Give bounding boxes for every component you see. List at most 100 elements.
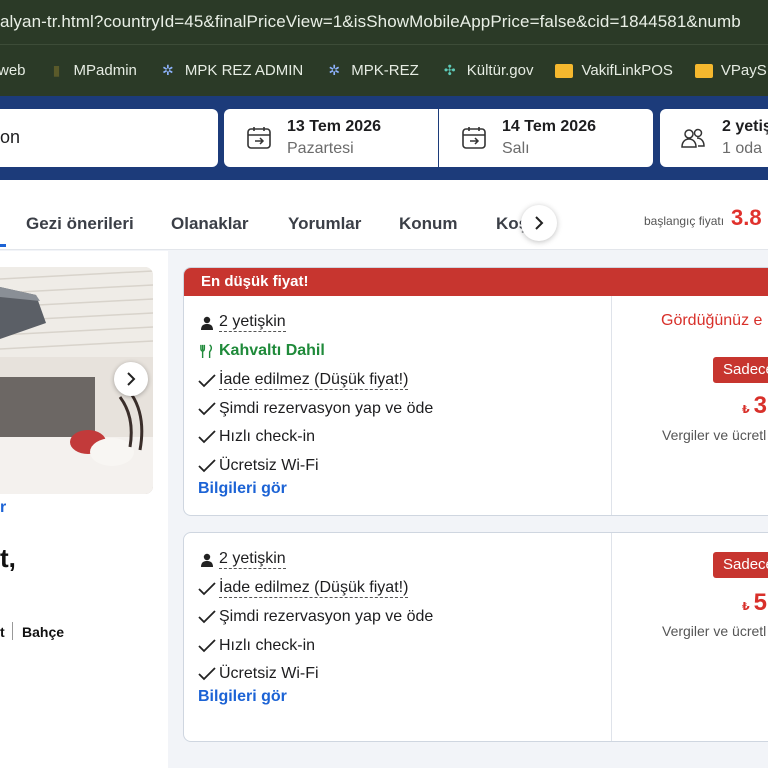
bookmark-label: Kültür.gov [466, 62, 534, 79]
checkout-date-field[interactable]: 14 Tem 2026 Salı [439, 109, 653, 167]
destination-value: on [0, 127, 21, 147]
offer-feature-label: Ücretsiz Wi-Fi [219, 457, 319, 474]
guests-rooms: 1 oda [722, 140, 763, 157]
offer-feature: Hızlı check-in [198, 428, 315, 446]
view-details-link[interactable]: Bilgileri gör [198, 480, 287, 498]
amenity-item: t [0, 624, 5, 640]
bookmark-label: MPadmin [73, 62, 137, 79]
bookmark-vakiflinkpos[interactable]: VakifLinkPOS [555, 45, 673, 96]
bookmark-label: MPK REZ ADMIN [184, 62, 304, 79]
offer-guests: 2 yetişkin [198, 550, 286, 569]
offer-guests: 2 yetişkin [198, 313, 286, 332]
tab-trip-suggestions[interactable]: Gezi önerileri [26, 214, 134, 234]
currency-symbol: ₺ [742, 601, 750, 613]
hotel-summary: r t, t Bahçe [0, 251, 168, 768]
checkmark-icon [198, 373, 216, 387]
bookmark-label: web [0, 62, 26, 79]
offer-feature-label: Hızlı check-in [219, 637, 316, 654]
gov-icon: ✣ [443, 62, 456, 78]
bookmark-vpays[interactable]: VPayS [694, 45, 767, 96]
guests-adults: 2 yetiş [722, 118, 768, 135]
bookmark-label: VakifLinkPOS [581, 62, 673, 79]
lowest-price-banner: En düşük fiyat! [184, 268, 768, 296]
bookmarks-bar: web ▮ MPadmin ✲ MPK REZ ADMIN ✲ MPK-REZ … [0, 44, 768, 96]
offer-feature-label: Şimdi rezervasyon yap ve öde [219, 400, 434, 417]
offer-feature: Şimdi rezervasyon yap ve öde [198, 400, 433, 418]
photo-gallery-link[interactable]: r [0, 499, 6, 517]
offer-feature: Şimdi rezervasyon yap ve öde [198, 608, 433, 626]
only-badge: Sadece [713, 357, 768, 383]
view-details-link[interactable]: Bilgileri gör [198, 688, 287, 706]
checkin-date: 13 Tem 2026 [287, 118, 381, 135]
checkmark-icon [198, 639, 216, 653]
tabs-next-button[interactable] [521, 205, 557, 241]
search-bar: on 13 Tem 2026 Pazartesi 14 Tem 2026 Sal… [0, 96, 768, 180]
address-bar[interactable]: alyan-tr.html?countryId=45&finalPriceVie… [0, 0, 768, 44]
currency-symbol: ₺ [742, 404, 750, 416]
room-offer-card[interactable]: 2 yetişkin İade edilmez (Düşük fiyat!) Ş… [183, 532, 768, 742]
offer-feature: Ücretsiz Wi-Fi [198, 457, 319, 475]
calendar-checkin-icon [247, 127, 271, 149]
offer-feature-label: Ücretsiz Wi-Fi [219, 665, 319, 682]
room-offer-card[interactable]: En düşük fiyat! 2 yetişkin Kahvaltı Dahi… [183, 267, 768, 516]
offer-feature: İade edilmez (Düşük fiyat!) [198, 371, 409, 390]
price-from-label: başlangıç fiyatı [644, 214, 725, 228]
amenity-divider [12, 622, 13, 640]
checkmark-icon [198, 459, 216, 473]
bookmark-label: VPayS [720, 62, 767, 79]
chevron-right-icon [127, 372, 136, 386]
checkin-date-field[interactable]: 13 Tem 2026 Pazartesi [224, 109, 438, 167]
bookmark-mpadmin[interactable]: ▮ MPadmin [48, 45, 137, 96]
destination-field[interactable]: on [0, 109, 218, 167]
offer-price: ₺ 3 [742, 392, 767, 420]
offer-price-value: 5 [753, 589, 768, 616]
checkin-day: Pazartesi [287, 140, 354, 157]
offer-feature: Hızlı check-in [198, 637, 315, 655]
person-icon [201, 553, 213, 567]
checkmark-icon [198, 610, 216, 624]
guests-icon [681, 128, 705, 148]
offer-meal: Kahvaltı Dahil [198, 342, 325, 360]
offer-guests-label: 2 yetişkin [219, 313, 286, 332]
url-text: alyan-tr.html?countryId=45&finalPriceVie… [0, 12, 741, 31]
offer-feature: İade edilmez (Düşük fiyat!) [198, 579, 409, 598]
checkmark-icon [198, 667, 216, 681]
active-tab-indicator [0, 244, 6, 247]
offer-guests-label: 2 yetişkin [219, 550, 286, 569]
bookmark-mpk-rez-admin[interactable]: ✲ MPK REZ ADMIN [159, 45, 303, 96]
offer-feature-label: İade edilmez (Düşük fiyat!) [219, 371, 409, 390]
chevron-right-icon [535, 216, 544, 230]
fork-knife-icon [200, 344, 213, 358]
checkout-date: 14 Tem 2026 [502, 118, 596, 135]
offer-feature: Ücretsiz Wi-Fi [198, 665, 319, 683]
tax-note: Vergiler ve ücretl [662, 427, 767, 443]
price-from-value: 3.8 [731, 205, 762, 230]
only-badge: Sadece [713, 552, 768, 578]
bookmark-web[interactable]: web [0, 45, 26, 96]
tab-location[interactable]: Konum [399, 214, 458, 234]
tab-reviews[interactable]: Yorumlar [288, 214, 361, 234]
guests-field[interactable]: 2 yetiş 1 oda [660, 109, 768, 167]
bookmark-mpk-rez[interactable]: ✲ MPK-REZ [325, 45, 419, 96]
offer-meal-label: Kahvaltı Dahil [219, 342, 325, 359]
amenity-garden: Bahçe [22, 624, 65, 640]
bookmark-label: MPK-REZ [351, 62, 419, 79]
card-divider [611, 296, 612, 515]
folder-icon [694, 63, 713, 78]
bookmark-kultur-gov[interactable]: ✣ Kültür.gov [441, 45, 534, 96]
calendar-checkout-icon [462, 127, 486, 149]
checkmark-icon [198, 402, 216, 416]
tax-note: Vergiler ve ücretl [662, 623, 767, 639]
checkmark-icon [198, 581, 216, 595]
photo-next-button[interactable] [114, 362, 148, 396]
snowflake-icon: ✲ [328, 62, 341, 78]
person-icon [201, 316, 213, 330]
snowflake-icon: ✲ [162, 62, 174, 78]
checkmark-icon [198, 430, 216, 444]
offer-price-value: 3 [753, 392, 768, 419]
offer-feature-label: İade edilmez (Düşük fiyat!) [219, 579, 409, 598]
card-divider [611, 533, 612, 741]
checkout-day: Salı [502, 140, 530, 157]
tab-amenities[interactable]: Olanaklar [171, 214, 249, 234]
offer-feature-label: Şimdi rezervasyon yap ve öde [219, 608, 434, 625]
